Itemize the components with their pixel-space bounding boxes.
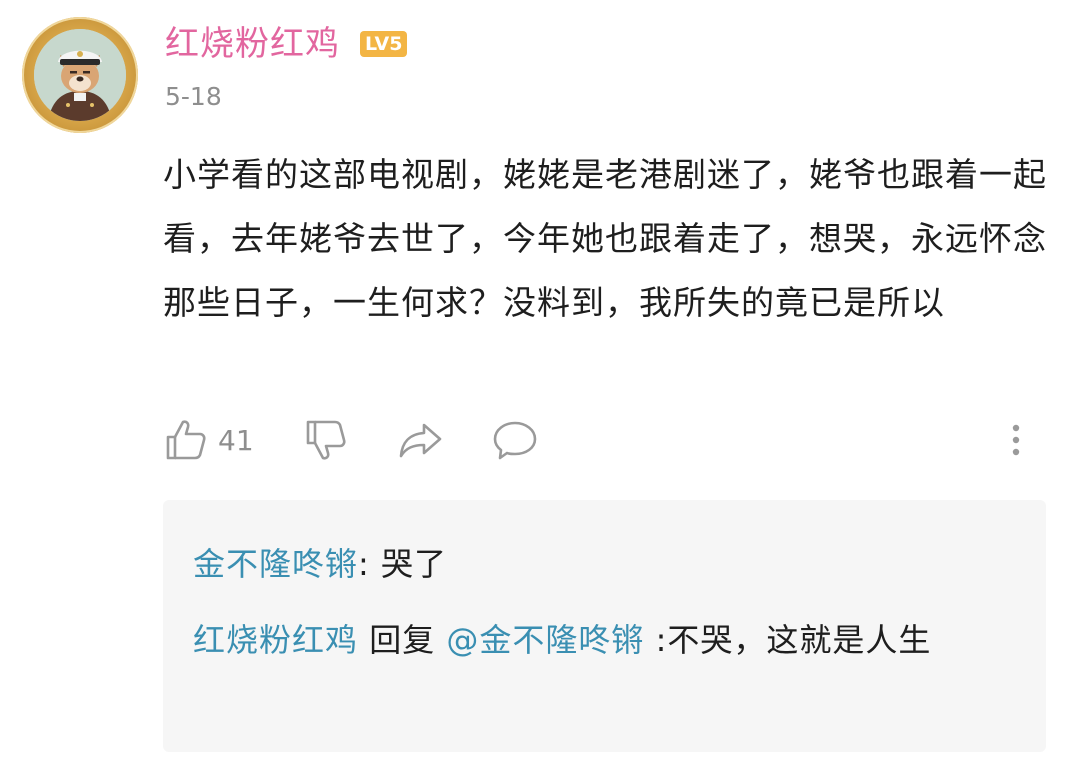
comment-text: 小学看的这部电视剧，姥姥是老港剧迷了，姥爷也跟着一起看，去年姥爷去世了，今年她也… [163,155,1047,322]
reply-word: 回复 [358,621,447,659]
level-badge: LV5 [360,31,408,57]
reply-button[interactable] [492,410,538,470]
reply-separator: : [358,545,381,583]
reply-author-name[interactable]: 金不隆咚锵 [193,545,358,583]
comment-bubble-icon [493,421,537,460]
comment-date: 5-18 [165,82,222,111]
reply-item: 金不隆咚锵: 哭了 [193,532,447,596]
more-options-button[interactable] [1006,410,1026,470]
reply-text: :不哭，这就是人生 [644,621,932,659]
like-button[interactable]: 41 [164,410,254,470]
avatar-image [34,29,126,121]
thumbs-up-icon [166,420,206,460]
like-count: 41 [218,423,254,457]
comment-author-name[interactable]: 红烧粉红鸡 [165,22,340,66]
avatar[interactable] [22,17,138,133]
share-button[interactable] [398,410,444,470]
share-icon [399,423,442,458]
reply-text: 哭了 [380,545,447,583]
reply-mention[interactable]: @金不隆咚锵 [446,621,644,659]
shiba-officer-avatar-icon [34,29,126,121]
comment-action-bar: 41 [0,410,1077,470]
thumbs-down-icon [306,420,346,460]
more-vertical-icon [1012,424,1020,456]
dislike-button[interactable] [304,410,348,470]
reply-thread: 金不隆咚锵: 哭了 红烧粉红鸡 回复 @金不隆咚锵 :不哭，这就是人生 [163,500,1046,752]
reply-author-name[interactable]: 红烧粉红鸡 [193,621,358,659]
reply-item: 红烧粉红鸡 回复 @金不隆咚锵 :不哭，这就是人生 [193,608,993,672]
